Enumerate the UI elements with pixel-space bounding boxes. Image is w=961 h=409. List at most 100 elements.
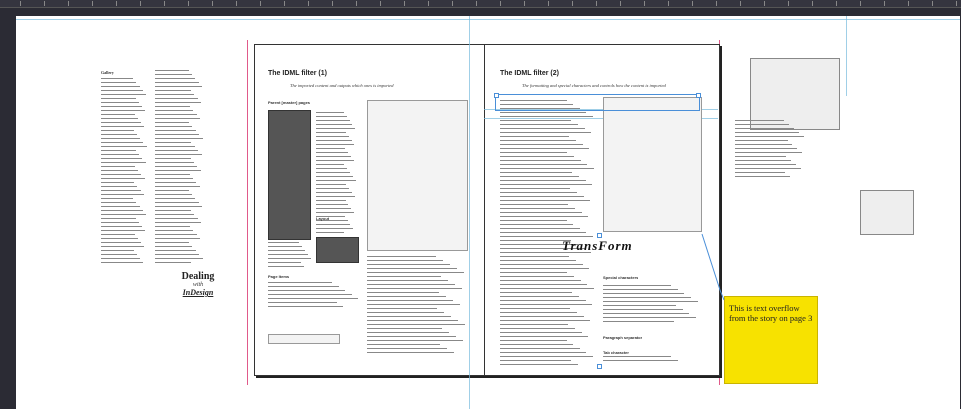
text-line (500, 276, 575, 277)
text-line (735, 140, 788, 141)
text-line (101, 102, 139, 103)
text-line (155, 258, 203, 259)
text-line (316, 204, 349, 205)
left-page-title: The IDML filter (1) (268, 70, 327, 77)
text-line (500, 144, 583, 145)
ruler-tick (884, 1, 885, 6)
text-line (268, 266, 305, 267)
text-line (101, 218, 136, 219)
text-line (155, 106, 191, 107)
text-line (101, 154, 140, 155)
text-line (155, 154, 202, 155)
text-line (155, 162, 194, 163)
left-page-text-b (268, 242, 312, 270)
ruler-tick (932, 1, 933, 6)
text-line (500, 352, 587, 353)
text-line (735, 160, 791, 161)
text-line (735, 120, 784, 121)
text-line (155, 158, 191, 159)
left-section-layout: Layout (316, 216, 330, 221)
text-line (316, 160, 354, 161)
horizontal-ruler[interactable] (0, 0, 961, 8)
text-line (500, 152, 568, 153)
text-line (735, 172, 785, 173)
text-line (101, 210, 143, 211)
text-line (500, 300, 586, 301)
margin-guide-left (247, 40, 248, 385)
text-line (101, 226, 142, 227)
ruler-tick (452, 1, 453, 6)
ruler-tick (812, 1, 813, 6)
text-line (268, 302, 337, 303)
text-line (367, 300, 454, 301)
text-line (101, 186, 138, 187)
text-line (101, 258, 141, 259)
left-page-text-c (268, 282, 360, 312)
text-line (155, 186, 200, 187)
ruler-tick (260, 1, 261, 6)
text-overflow-note[interactable]: This is text overflow from the story on … (724, 296, 818, 384)
ruler-tick (644, 1, 645, 6)
vertical-guide-2[interactable] (846, 16, 847, 96)
text-line (316, 120, 350, 121)
text-line (101, 234, 135, 235)
selection-handle-icon[interactable] (494, 93, 499, 98)
text-line (603, 301, 699, 302)
ruler-tick (764, 1, 765, 6)
screenshot-layout-menu (316, 237, 359, 263)
text-line (101, 230, 146, 231)
text-line (500, 268, 590, 269)
selection-handle-icon[interactable] (597, 233, 602, 238)
text-line (316, 172, 350, 173)
text-line (155, 202, 199, 203)
text-line (101, 262, 144, 263)
text-line (155, 70, 189, 71)
text-line (367, 340, 464, 341)
right-section-special: Special characters (603, 275, 639, 280)
vertical-guide-1[interactable] (469, 16, 470, 409)
text-line (603, 356, 671, 357)
text-line (500, 264, 583, 265)
text-line (500, 272, 568, 273)
horizontal-guide-3[interactable] (16, 19, 960, 20)
selection-handle-icon[interactable] (597, 364, 602, 369)
text-line (101, 162, 146, 163)
text-line (155, 206, 203, 207)
ruler-tick (908, 1, 909, 6)
text-line (500, 216, 589, 217)
ruler-tick (956, 1, 957, 6)
ruler-tick (356, 1, 357, 6)
text-line (500, 260, 576, 261)
text-line (367, 320, 459, 321)
text-line (101, 94, 147, 95)
text-line (500, 120, 572, 121)
text-line (603, 309, 683, 310)
text-line (155, 150, 199, 151)
selection-handle-icon[interactable] (696, 93, 701, 98)
text-line (101, 126, 145, 127)
text-line (500, 284, 588, 285)
text-line (316, 180, 356, 181)
selected-text-frame[interactable] (495, 94, 700, 111)
text-line (316, 212, 354, 213)
text-line (316, 196, 355, 197)
text-line (367, 280, 449, 281)
text-line (500, 136, 570, 137)
text-line (500, 288, 595, 289)
gallery-heading: Gallery (101, 70, 114, 75)
text-line (367, 304, 461, 305)
text-line (101, 174, 142, 175)
text-line (367, 352, 455, 353)
text-line (500, 228, 580, 229)
left-page-subtitle: The imported content and outputs which o… (290, 83, 394, 88)
text-line (500, 176, 579, 177)
text-line (500, 364, 578, 365)
text-line (367, 272, 465, 273)
text-line (603, 360, 678, 361)
text-line (500, 332, 582, 333)
text-line (500, 208, 576, 209)
text-line (316, 136, 349, 137)
text-line (155, 238, 201, 239)
screenshot-pages-panel (268, 110, 311, 240)
ruler-tick (212, 1, 213, 6)
